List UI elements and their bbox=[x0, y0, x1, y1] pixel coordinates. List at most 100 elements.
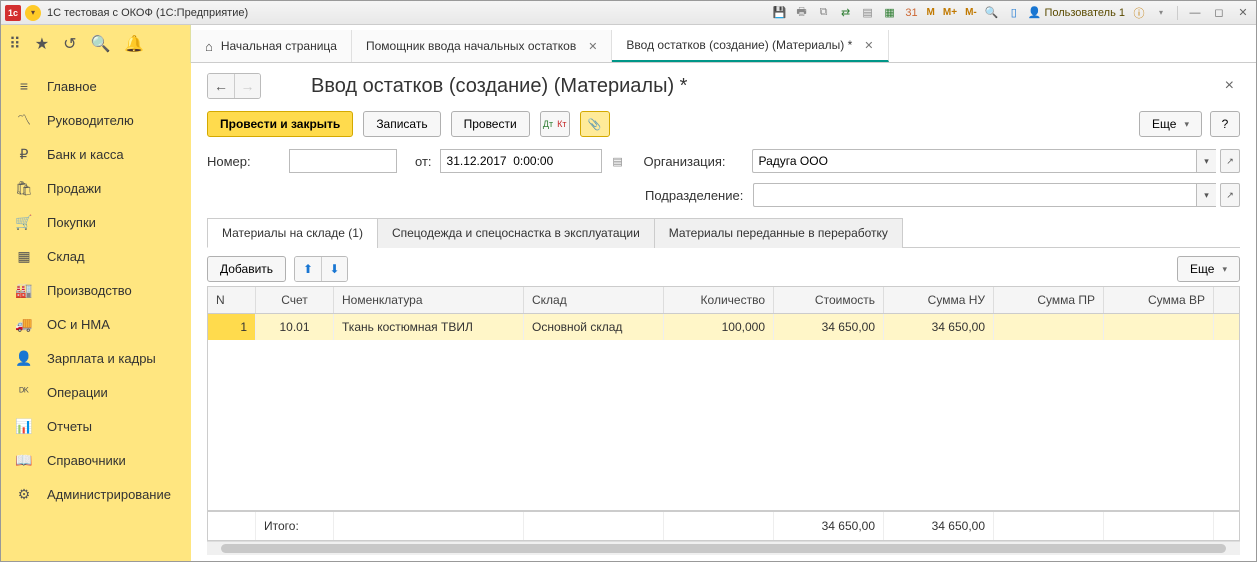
horizontal-scrollbar[interactable] bbox=[207, 541, 1240, 555]
sidebar-item-admin[interactable]: ⚙Администрирование bbox=[1, 477, 191, 511]
date-field[interactable] bbox=[440, 149, 602, 173]
calc-icon[interactable]: ▤ bbox=[860, 5, 876, 21]
sidebar-item-warehouse[interactable]: ▦Склад bbox=[1, 239, 191, 273]
nav-operations-icon: ᴰᴷ bbox=[15, 386, 33, 398]
sidebar-item-production[interactable]: 🏭Производство bbox=[1, 273, 191, 307]
print-icon[interactable]: 🖶 bbox=[794, 5, 810, 21]
sidebar-item-bank[interactable]: ₽Банк и касса bbox=[1, 137, 191, 171]
table-row[interactable]: 1 10.01 Ткань костюмная ТВИЛ Основной ск… bbox=[208, 314, 1239, 340]
favorite-icon[interactable]: ★ bbox=[35, 34, 49, 54]
sidebar-item-purchases[interactable]: 🛒Покупки bbox=[1, 205, 191, 239]
panel-icon[interactable]: ▯ bbox=[1006, 5, 1022, 21]
app-menu-dropdown[interactable]: ▾ bbox=[25, 5, 41, 21]
dtkt-button[interactable]: ДтКт bbox=[540, 111, 570, 137]
top-tabs: ⌂ Начальная страница Помощник ввода нача… bbox=[191, 25, 1256, 63]
nav-manager-icon: 〽 bbox=[15, 110, 33, 130]
maximize-button[interactable]: ◻ bbox=[1210, 6, 1228, 20]
post-and-close-button[interactable]: Провести и закрыть bbox=[207, 111, 353, 137]
help-button[interactable]: ? bbox=[1210, 111, 1240, 137]
post-button[interactable]: Провести bbox=[451, 111, 530, 137]
col-nu[interactable]: Сумма НУ bbox=[884, 287, 994, 313]
home-icon: ⌂ bbox=[205, 39, 213, 54]
info-icon[interactable]: ⓘ bbox=[1131, 5, 1147, 21]
subtab-workwear[interactable]: Спецодежда и спецоснастка в эксплуатации bbox=[377, 218, 655, 248]
col-nom[interactable]: Номенклатура bbox=[334, 287, 524, 313]
title-bar: 1c ▾ 1С тестовая с ОКОФ (1С:Предприятие)… bbox=[1, 1, 1256, 25]
add-row-button[interactable]: Добавить bbox=[207, 256, 286, 282]
sidebar-item-sales[interactable]: 🛍Продажи bbox=[1, 171, 191, 205]
tab-entry-close-icon[interactable]: ✕ bbox=[864, 39, 873, 52]
col-wh[interactable]: Склад bbox=[524, 287, 664, 313]
subtab-processing[interactable]: Материалы переданные в переработку bbox=[654, 218, 903, 248]
org-field[interactable] bbox=[752, 149, 1196, 173]
sub-tabs: Материалы на складе (1) Спецодежда и спе… bbox=[207, 217, 1240, 248]
calendar-icon[interactable]: ▦ bbox=[882, 5, 898, 21]
m-minus-icon[interactable]: M- bbox=[964, 5, 978, 21]
col-pr[interactable]: Сумма ПР bbox=[994, 287, 1104, 313]
col-acct[interactable]: Счет bbox=[256, 287, 334, 313]
document-toolbar: Провести и закрыть Записать Провести ДтК… bbox=[207, 111, 1240, 137]
user-label[interactable]: 👤Пользователь 1 bbox=[1028, 6, 1125, 19]
col-qty[interactable]: Количество bbox=[664, 287, 774, 313]
tab-helper[interactable]: Помощник ввода начальных остатков ✕ bbox=[352, 30, 612, 62]
nav-reports-icon: 📊 bbox=[15, 418, 33, 435]
org-dropdown-button[interactable]: ▾ bbox=[1196, 149, 1216, 173]
subtab-materials[interactable]: Материалы на складе (1) bbox=[207, 218, 378, 248]
more-button[interactable]: Еще bbox=[1139, 111, 1202, 137]
dept-field[interactable] bbox=[753, 183, 1196, 207]
apps-icon[interactable]: ⠿ bbox=[9, 34, 21, 54]
nav-forward-button[interactable]: → bbox=[234, 74, 260, 98]
date-list-icon[interactable]: ▤ bbox=[610, 153, 626, 169]
tab-home[interactable]: ⌂ Начальная страница bbox=[191, 30, 352, 62]
minimize-button[interactable]: — bbox=[1186, 6, 1204, 20]
content-area: ← → Ввод остатков (создание) (Материалы)… bbox=[191, 63, 1256, 561]
m-icon[interactable]: M bbox=[926, 5, 936, 21]
tab-entry-label: Ввод остатков (создание) (Материалы) * bbox=[626, 38, 852, 52]
move-down-button[interactable]: ⬇ bbox=[321, 257, 347, 281]
close-window-button[interactable]: ✕ bbox=[1234, 6, 1252, 20]
nav-catalogs-icon: 📖 bbox=[15, 452, 33, 469]
page-title: Ввод остатков (создание) (Материалы) * bbox=[311, 75, 687, 98]
date-icon[interactable]: 31 bbox=[904, 5, 920, 21]
nav-main-icon: ≡ bbox=[15, 78, 33, 94]
compare-icon[interactable]: ⇄ bbox=[838, 5, 854, 21]
nav-back-button[interactable]: ← bbox=[208, 74, 234, 98]
materials-grid: N Счет Номенклатура Склад Количество Сто… bbox=[207, 286, 1240, 541]
dept-open-button[interactable]: ↗ bbox=[1220, 183, 1240, 207]
dept-dropdown-button[interactable]: ▾ bbox=[1196, 183, 1216, 207]
number-field[interactable] bbox=[289, 149, 397, 173]
col-cost[interactable]: Стоимость bbox=[774, 287, 884, 313]
zoom-icon[interactable]: 🔍 bbox=[984, 5, 1000, 21]
attach-button[interactable]: 📎 bbox=[580, 111, 610, 137]
app-logo-icon: 1c bbox=[5, 5, 21, 21]
nav-production-icon: 🏭 bbox=[15, 282, 33, 299]
notifications-icon[interactable]: 🔔 bbox=[124, 34, 144, 54]
save-icon[interactable]: 💾 bbox=[772, 5, 788, 21]
sidebar-item-manager[interactable]: 〽Руководителю bbox=[1, 103, 191, 137]
grid-totals: Итого: 34 650,00 34 650,00 bbox=[208, 510, 1239, 540]
m-plus-icon[interactable]: M+ bbox=[942, 5, 958, 21]
info-dd-icon[interactable]: ▾ bbox=[1153, 5, 1169, 21]
window-title: 1С тестовая с ОКОФ (1С:Предприятие) bbox=[47, 7, 248, 19]
search-icon[interactable]: 🔍 bbox=[90, 34, 110, 54]
org-open-button[interactable]: ↗ bbox=[1220, 149, 1240, 173]
tab-helper-close-icon[interactable]: ✕ bbox=[588, 40, 597, 53]
col-vr[interactable]: Сумма ВР bbox=[1104, 287, 1214, 313]
sidebar-item-operations[interactable]: ᴰᴷОперации bbox=[1, 375, 191, 409]
total-cost: 34 650,00 bbox=[774, 512, 884, 540]
sidebar-item-reports[interactable]: 📊Отчеты bbox=[1, 409, 191, 443]
write-button[interactable]: Записать bbox=[363, 111, 440, 137]
sidebar-item-salary[interactable]: 👤Зарплата и кадры bbox=[1, 341, 191, 375]
copy-icon[interactable]: ⧉ bbox=[816, 5, 832, 21]
history-icon[interactable]: ↺ bbox=[63, 34, 76, 54]
sidebar-item-catalogs[interactable]: 📖Справочники bbox=[1, 443, 191, 477]
col-n[interactable]: N bbox=[208, 287, 256, 313]
tab-entry[interactable]: Ввод остатков (создание) (Материалы) * ✕ bbox=[612, 30, 888, 62]
close-page-button[interactable]: × bbox=[1219, 75, 1240, 97]
move-up-button[interactable]: ⬆ bbox=[295, 257, 321, 281]
sidebar-item-main[interactable]: ≡Главное bbox=[1, 69, 191, 103]
nav-salary-icon: 👤 bbox=[15, 350, 33, 367]
table-more-button[interactable]: Еще bbox=[1177, 256, 1240, 282]
org-label: Организация: bbox=[644, 154, 744, 169]
sidebar-item-assets[interactable]: 🚚ОС и НМА bbox=[1, 307, 191, 341]
